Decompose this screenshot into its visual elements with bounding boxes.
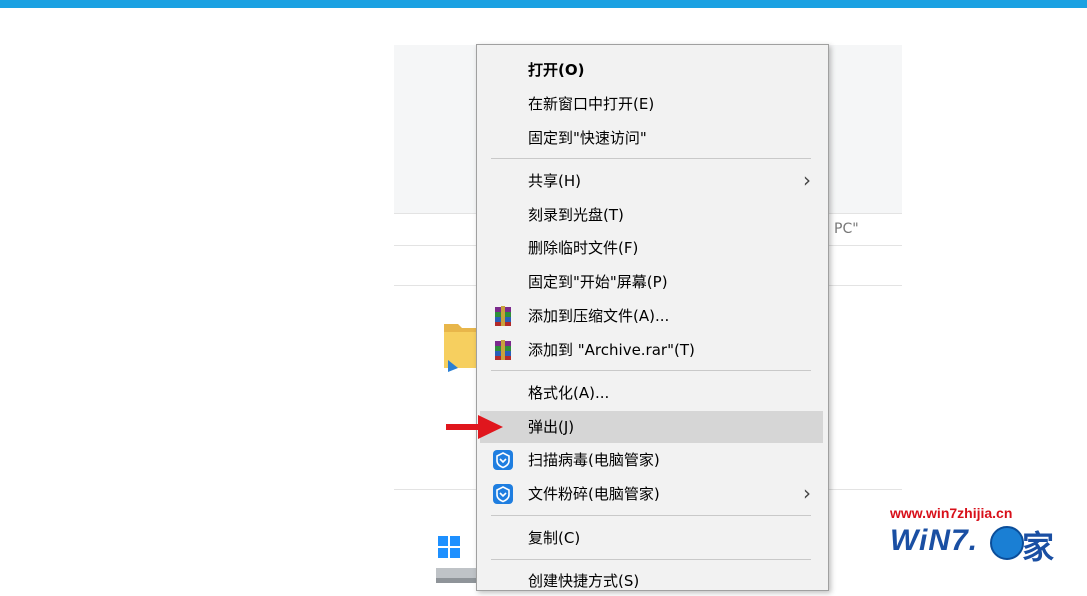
menu-item-label: 刻录到光盘(T) bbox=[528, 206, 624, 224]
chevron-right-icon: › bbox=[803, 481, 811, 505]
menu-item-copy[interactable]: 复制(C) bbox=[480, 523, 823, 553]
menu-separator bbox=[491, 158, 811, 159]
watermark-logo-char: 家 bbox=[1022, 528, 1055, 566]
menu-item-scan-virus[interactable]: 扫描病毒(电脑管家) bbox=[480, 445, 823, 475]
winrar-icon bbox=[495, 340, 511, 360]
menu-item-format[interactable]: 格式化(A)... bbox=[480, 378, 823, 408]
winrar-icon bbox=[495, 306, 511, 326]
watermark-url: www.win7zhijia.cn bbox=[890, 505, 1013, 521]
menu-item-label: 固定到"开始"屏幕(P) bbox=[528, 273, 668, 291]
menu-item-add-to-archive[interactable]: 添加到压缩文件(A)... bbox=[480, 301, 823, 331]
watermark-logo: WiN7. 家 bbox=[890, 522, 1070, 566]
menu-item-open-new-window[interactable]: 在新窗口中打开(E) bbox=[480, 89, 823, 119]
menu-item-delete-temp-files[interactable]: 删除临时文件(F) bbox=[480, 233, 823, 263]
windows-drive-icon[interactable] bbox=[436, 534, 476, 583]
menu-item-label: 添加到 "Archive.rar"(T) bbox=[528, 341, 695, 359]
menu-separator bbox=[491, 370, 811, 371]
menu-item-label: 弹出(J) bbox=[528, 418, 575, 436]
folder-icon[interactable] bbox=[444, 316, 478, 374]
chevron-right-icon: › bbox=[803, 168, 811, 192]
menu-separator bbox=[491, 515, 811, 516]
tencent-shield-icon bbox=[493, 484, 513, 504]
menu-item-open[interactable]: 打开(O) bbox=[480, 55, 823, 85]
menu-item-label: 文件粉碎(电脑管家) bbox=[528, 485, 660, 503]
menu-separator bbox=[491, 559, 811, 560]
watermark-logo-text: WiN7. bbox=[890, 524, 979, 557]
menu-item-pin-start[interactable]: 固定到"开始"屏幕(P) bbox=[480, 267, 823, 297]
red-arrow-icon bbox=[446, 415, 503, 439]
menu-item-label: 创建快捷方式(S) bbox=[528, 572, 640, 590]
menu-item-label: 固定到"快速访问" bbox=[528, 129, 647, 147]
menu-item-label: 删除临时文件(F) bbox=[528, 239, 639, 257]
windows-ball-icon bbox=[990, 526, 1024, 560]
menu-item-label: 复制(C) bbox=[528, 529, 581, 547]
window-accent-bar bbox=[0, 0, 1087, 8]
menu-item-share[interactable]: 共享(H) › bbox=[480, 166, 823, 196]
menu-item-label: 添加到压缩文件(A)... bbox=[528, 307, 670, 325]
menu-item-label: 打开(O) bbox=[528, 61, 585, 79]
menu-item-add-to-archive-rar[interactable]: 添加到 "Archive.rar"(T) bbox=[480, 335, 823, 365]
address-bar-fragment: PC" bbox=[834, 221, 859, 237]
menu-item-label: 在新窗口中打开(E) bbox=[528, 95, 655, 113]
menu-item-create-shortcut[interactable]: 创建快捷方式(S) bbox=[480, 566, 823, 596]
context-menu: 打开(O) 在新窗口中打开(E) 固定到"快速访问" 共享(H) › 刻录到光盘… bbox=[476, 44, 829, 591]
menu-item-eject[interactable]: 弹出(J) bbox=[480, 411, 823, 443]
menu-item-burn-disc[interactable]: 刻录到光盘(T) bbox=[480, 200, 823, 230]
menu-item-label: 格式化(A)... bbox=[528, 384, 610, 402]
menu-item-label: 共享(H) bbox=[528, 172, 581, 190]
menu-item-shred-file[interactable]: 文件粉碎(电脑管家) › bbox=[480, 479, 823, 509]
tencent-shield-icon bbox=[493, 450, 513, 470]
menu-item-label: 扫描病毒(电脑管家) bbox=[528, 451, 660, 469]
menu-item-pin-quick-access[interactable]: 固定到"快速访问" bbox=[480, 123, 823, 153]
